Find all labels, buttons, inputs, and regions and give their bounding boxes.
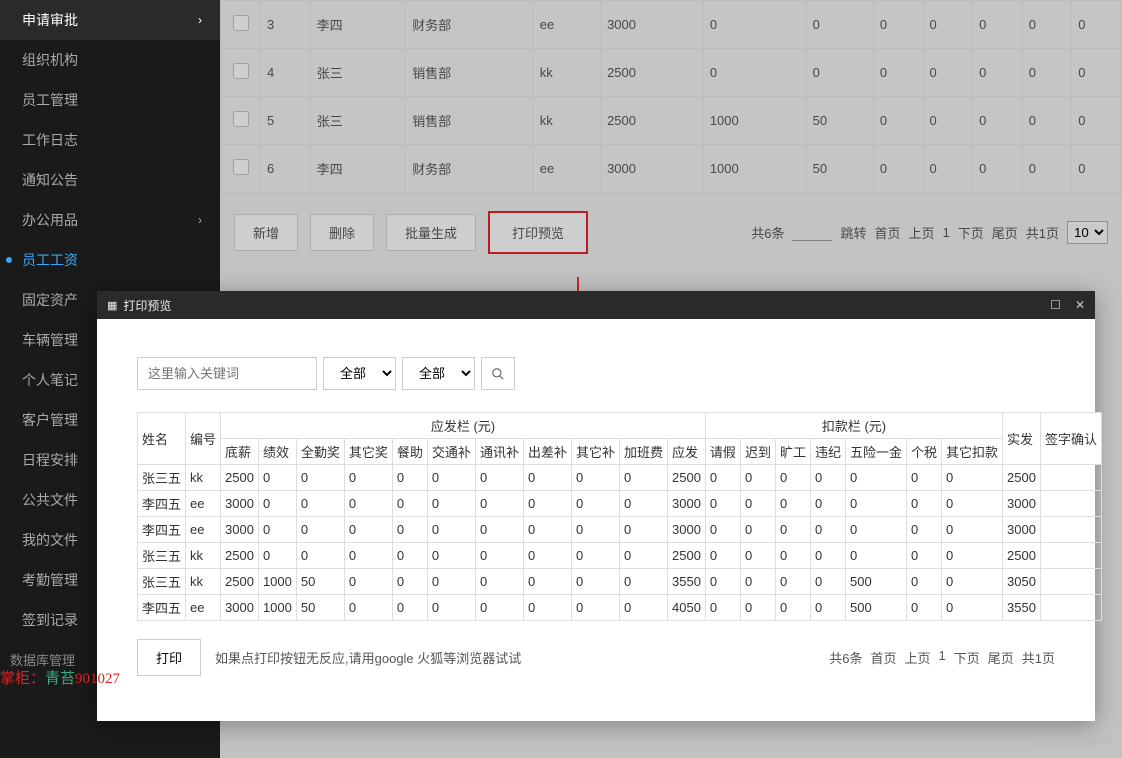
maximize-icon[interactable]: ☐ [1050, 298, 1061, 312]
print-row: 李四五ee3000000000000300000000003000 [138, 491, 1102, 517]
mpager-next[interactable]: 下页 [954, 648, 980, 667]
th-name: 姓名 [138, 413, 186, 465]
print-row: 张三五kk2500100050000000035500000500003050 [138, 569, 1102, 595]
chevron-right-icon: › [198, 213, 202, 227]
print-button[interactable]: 打印 [137, 639, 201, 676]
th-sf: 实发 [1003, 413, 1041, 465]
th-code: 编号 [186, 413, 221, 465]
mpager-page: 1 [939, 648, 946, 667]
modal-title: 打印预览 [123, 297, 171, 314]
print-row: 张三五kk2500000000000250000000002500 [138, 465, 1102, 491]
modal-footer: 打印 如果点打印按钮无反应,请用google 火狐等浏览器试试 共6条 首页 上… [137, 639, 1055, 676]
filter2-select[interactable]: 全部 [402, 357, 475, 390]
print-row: 李四五ee3000000000000300000000003000 [138, 517, 1102, 543]
mpager-total: 共6条 [829, 648, 862, 667]
sidebar-item-6[interactable]: 员工工资 [0, 240, 220, 280]
sidebar-item-2[interactable]: 员工管理 [0, 80, 220, 120]
watermark-site: @51CTO博客 [1031, 731, 1112, 750]
print-row: 张三五kk2500000000000250000000002500 [138, 543, 1102, 569]
search-row: 全部 全部 [137, 357, 1055, 390]
print-table: 姓名 编号 应发栏 (元) 扣款栏 (元) 实发 签字确认 底薪 绩效 全勤奖 … [137, 412, 1102, 621]
mpager-prev[interactable]: 上页 [904, 648, 930, 667]
sidebar-item-3[interactable]: 工作日志 [0, 120, 220, 160]
window-icon: ▦ [107, 299, 117, 312]
th-sign: 签字确认 [1040, 413, 1101, 465]
th-kk-group: 扣款栏 (元) [705, 413, 1002, 439]
sidebar-item-5[interactable]: 办公用品› [0, 200, 220, 240]
search-button[interactable] [481, 357, 515, 390]
print-hint: 如果点打印按钮无反应,请用google 火狐等浏览器试试 [215, 648, 521, 667]
watermark-author: 掌柜：青苔901027 [0, 667, 120, 688]
filter1-select[interactable]: 全部 [323, 357, 396, 390]
search-icon [491, 367, 505, 381]
modal-titlebar[interactable]: ▦ 打印预览 ☐ ✕ [97, 291, 1095, 319]
th-yf-group: 应发栏 (元) [221, 413, 706, 439]
sidebar-item-4[interactable]: 通知公告 [0, 160, 220, 200]
sidebar-item-0[interactable]: 申请审批› [0, 0, 220, 40]
sidebar-item-1[interactable]: 组织机构 [0, 40, 220, 80]
keyword-input[interactable] [137, 357, 317, 390]
print-preview-modal: ▦ 打印预览 ☐ ✕ 全部 全部 姓名 编号 应发栏 (元) 扣款栏 (元) 实… [97, 291, 1095, 721]
print-row: 李四五ee3000100050000000040500000500003550 [138, 595, 1102, 621]
mpager-pages: 共1页 [1022, 648, 1055, 667]
mpager-first[interactable]: 首页 [870, 648, 896, 667]
chevron-right-icon: › [198, 13, 202, 27]
modal-pager: 共6条 首页 上页 1 下页 尾页 共1页 [829, 648, 1055, 667]
close-icon[interactable]: ✕ [1075, 298, 1085, 312]
mpager-last[interactable]: 尾页 [988, 648, 1014, 667]
